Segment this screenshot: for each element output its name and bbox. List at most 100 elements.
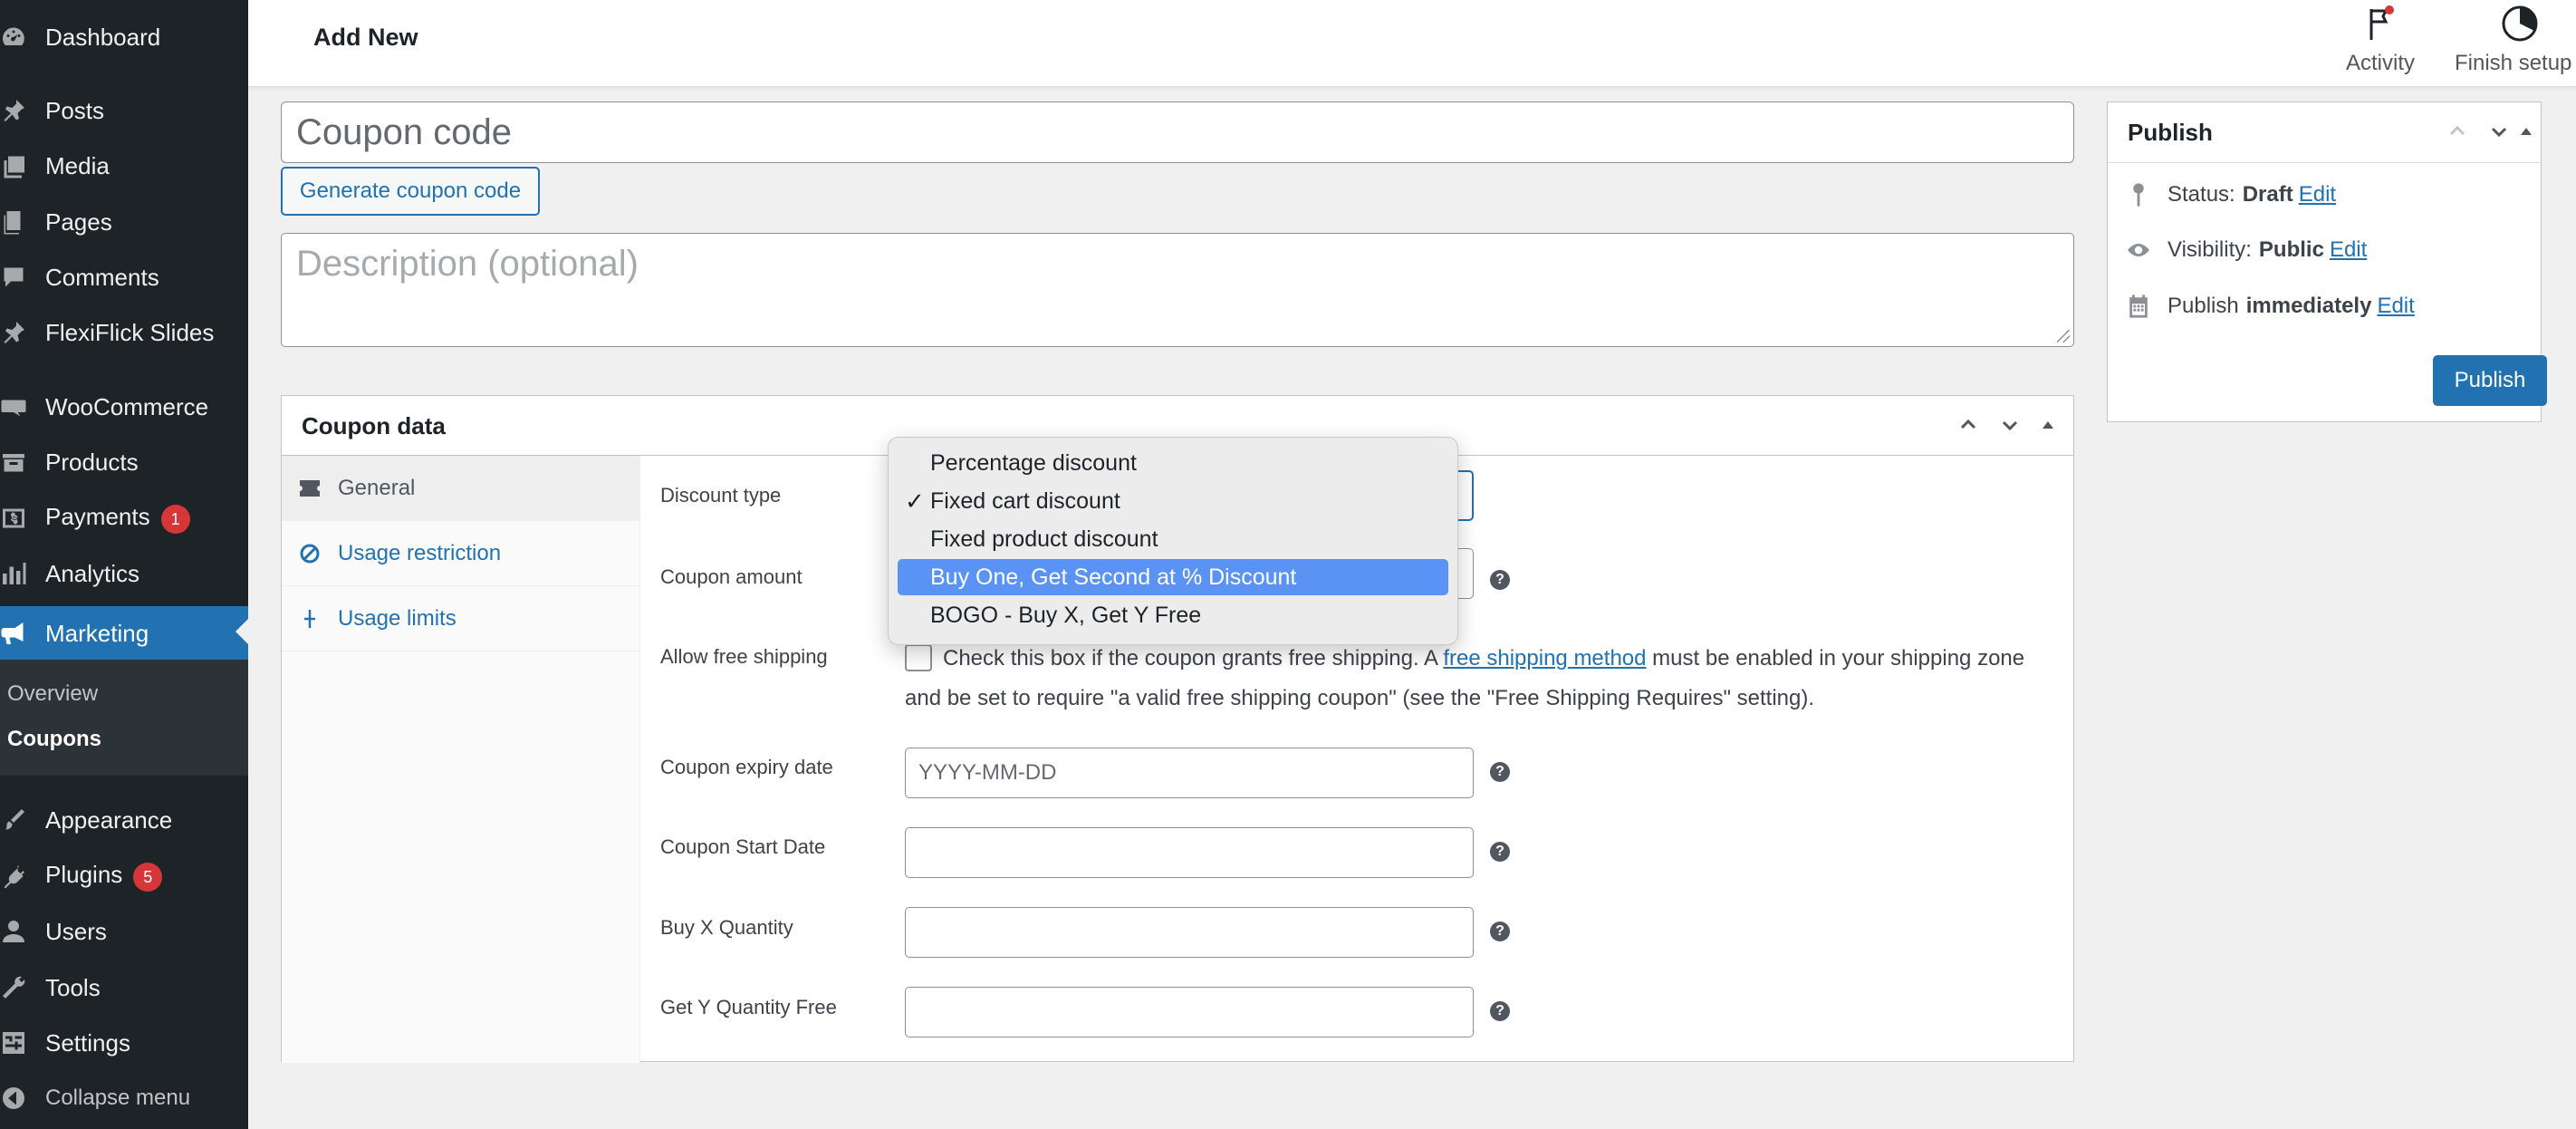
sidebar-item-pages[interactable]: Pages: [0, 197, 248, 247]
marketing-submenu: Overview Coupons: [0, 660, 248, 776]
get-y-quantity-label: Get Y Quantity Free: [660, 996, 837, 1018]
sidebar-item-posts[interactable]: Posts: [0, 85, 248, 136]
edit-status-link[interactable]: Edit: [2299, 182, 2336, 207]
pin-icon: [0, 307, 33, 358]
help-icon[interactable]: ?: [1490, 570, 1510, 590]
option-fixed-cart-discount[interactable]: ✓ Fixed cart discount: [898, 483, 1448, 519]
option-bogo[interactable]: BOGO - Buy X, Get Y Free: [898, 597, 1448, 633]
help-icon[interactable]: ?: [1490, 762, 1510, 782]
sidebar-item-settings[interactable]: Settings: [0, 1018, 248, 1068]
arrows-icon: [296, 605, 323, 632]
description-placeholder: Description (optional): [296, 244, 639, 284]
submenu-item-overview[interactable]: Overview: [7, 681, 98, 707]
page-title: Add New: [313, 24, 418, 51]
sidebar-item-payments[interactable]: Payments 1: [0, 493, 248, 544]
coupon-amount-label: Coupon amount: [660, 565, 803, 588]
pages-icon: [0, 197, 33, 247]
help-icon[interactable]: ?: [1490, 842, 1510, 862]
expiry-date-label: Coupon expiry date: [660, 756, 833, 778]
user-icon: [0, 906, 33, 957]
brush-icon: [0, 795, 33, 845]
expiry-date-input[interactable]: YYYY-MM-DD: [905, 748, 1474, 798]
bar-chart-icon: [0, 548, 33, 599]
description-textarea[interactable]: Description (optional): [281, 233, 2074, 347]
free-shipping-method-link[interactable]: free shipping method: [1443, 646, 1646, 671]
help-icon[interactable]: ?: [1490, 922, 1510, 941]
sidebar-item-plugins[interactable]: Plugins 5: [0, 851, 248, 902]
pin-icon: [2124, 180, 2153, 209]
dollar-icon: [0, 493, 33, 544]
help-icon[interactable]: ?: [1490, 1001, 1510, 1021]
finish-setup-label: Finish setup: [2455, 51, 2572, 75]
plugins-count-badge: 5: [133, 862, 163, 892]
finish-setup-button[interactable]: Finish setup: [2449, 4, 2576, 76]
start-date-label: Coupon Start Date: [660, 835, 826, 858]
activity-label: Activity: [2345, 51, 2415, 75]
generate-coupon-code-button[interactable]: Generate coupon code: [281, 167, 540, 216]
edit-publish-date-link[interactable]: Edit: [2377, 294, 2414, 319]
tab-usage-limits[interactable]: Usage limits: [282, 586, 640, 651]
payments-count-badge: 1: [160, 504, 190, 534]
chevron-up-icon[interactable]: [2441, 115, 2474, 148]
plug-icon: [0, 851, 33, 902]
admin-sidebar: Dashboard Posts Media Pages Comments Fle…: [0, 0, 248, 1129]
resize-handle[interactable]: [2057, 330, 2070, 343]
buy-x-quantity-input[interactable]: [905, 907, 1474, 958]
collapse-icon: [0, 1073, 33, 1124]
archive-icon: [0, 437, 33, 487]
sidebar-item-media[interactable]: Media: [0, 140, 248, 191]
sidebar-item-woocommerce[interactable]: WooCommerce: [0, 381, 248, 432]
tab-usage-restriction[interactable]: Usage restriction: [282, 521, 640, 586]
publish-date-row: Publish immediately Edit: [2124, 292, 2415, 321]
sidebar-item-products[interactable]: Products: [0, 437, 248, 487]
option-percentage-discount[interactable]: Percentage discount: [898, 445, 1448, 481]
dashboard-icon: [0, 12, 33, 63]
chevron-up-icon[interactable]: [1952, 409, 1985, 441]
coupon-data-tabs: General Usage restriction Usage limits: [282, 456, 640, 1063]
woo-icon: [0, 381, 33, 432]
eye-icon: [2124, 236, 2153, 265]
coupon-code-input[interactable]: Coupon code: [281, 101, 2074, 163]
start-date-input[interactable]: [905, 827, 1474, 878]
submenu-item-coupons[interactable]: Coupons: [7, 727, 101, 752]
tab-general[interactable]: General: [282, 456, 640, 521]
collapse-menu-button[interactable]: Collapse menu: [0, 1073, 248, 1124]
calendar-icon: [2124, 292, 2153, 321]
option-buy-one-get-second[interactable]: Buy One, Get Second at % Discount: [898, 559, 1448, 595]
shipping-text-before: Check this box if the coupon grants free…: [943, 646, 1444, 671]
discount-type-dropdown: Percentage discount ✓ Fixed cart discount…: [888, 437, 1458, 645]
sidebar-item-label: Payments: [45, 503, 150, 531]
sidebar-item-label: Plugins: [45, 861, 123, 889]
sidebar-item-comments[interactable]: Comments: [0, 252, 248, 303]
settings-icon: [0, 1018, 33, 1068]
toggle-panel-icon[interactable]: [2510, 115, 2542, 148]
get-y-quantity-input[interactable]: [905, 987, 1474, 1037]
sidebar-item-analytics[interactable]: Analytics: [0, 548, 248, 599]
comment-icon: [0, 252, 33, 303]
sidebar-item-flexiflick-slides[interactable]: FlexiFlick Slides: [0, 307, 248, 358]
discount-type-label: Discount type: [660, 484, 782, 507]
progress-circle-icon: [2500, 4, 2540, 43]
sidebar-item-tools[interactable]: Tools: [0, 962, 248, 1013]
toggle-panel-icon[interactable]: [2032, 409, 2064, 441]
free-shipping-label: Allow free shipping: [660, 645, 828, 668]
free-shipping-checkbox[interactable]: [905, 644, 932, 671]
sidebar-item-users[interactable]: Users: [0, 906, 248, 957]
sidebar-item-appearance[interactable]: Appearance: [0, 795, 248, 845]
sidebar-item-dashboard[interactable]: Dashboard: [0, 12, 248, 63]
publish-button[interactable]: Publish: [2433, 355, 2547, 406]
divider: [2108, 162, 2541, 163]
publish-title: Publish: [2128, 119, 2213, 146]
edit-visibility-link[interactable]: Edit: [2330, 237, 2367, 263]
sidebar-item-marketing[interactable]: Marketing: [0, 606, 248, 661]
activity-button[interactable]: Activity: [2335, 4, 2426, 76]
megaphone-icon: [0, 606, 33, 661]
status-row: Status: Draft Edit: [2124, 180, 2336, 209]
media-icon: [0, 140, 33, 191]
free-shipping-description: Check this box if the coupon grants free…: [905, 639, 2064, 719]
visibility-row: Visibility: Public Edit: [2124, 236, 2367, 265]
pin-icon: [0, 85, 33, 136]
option-fixed-product-discount[interactable]: Fixed product discount: [898, 521, 1448, 557]
chevron-down-icon[interactable]: [1994, 409, 2026, 441]
coupon-data-title: Coupon data: [302, 412, 446, 439]
